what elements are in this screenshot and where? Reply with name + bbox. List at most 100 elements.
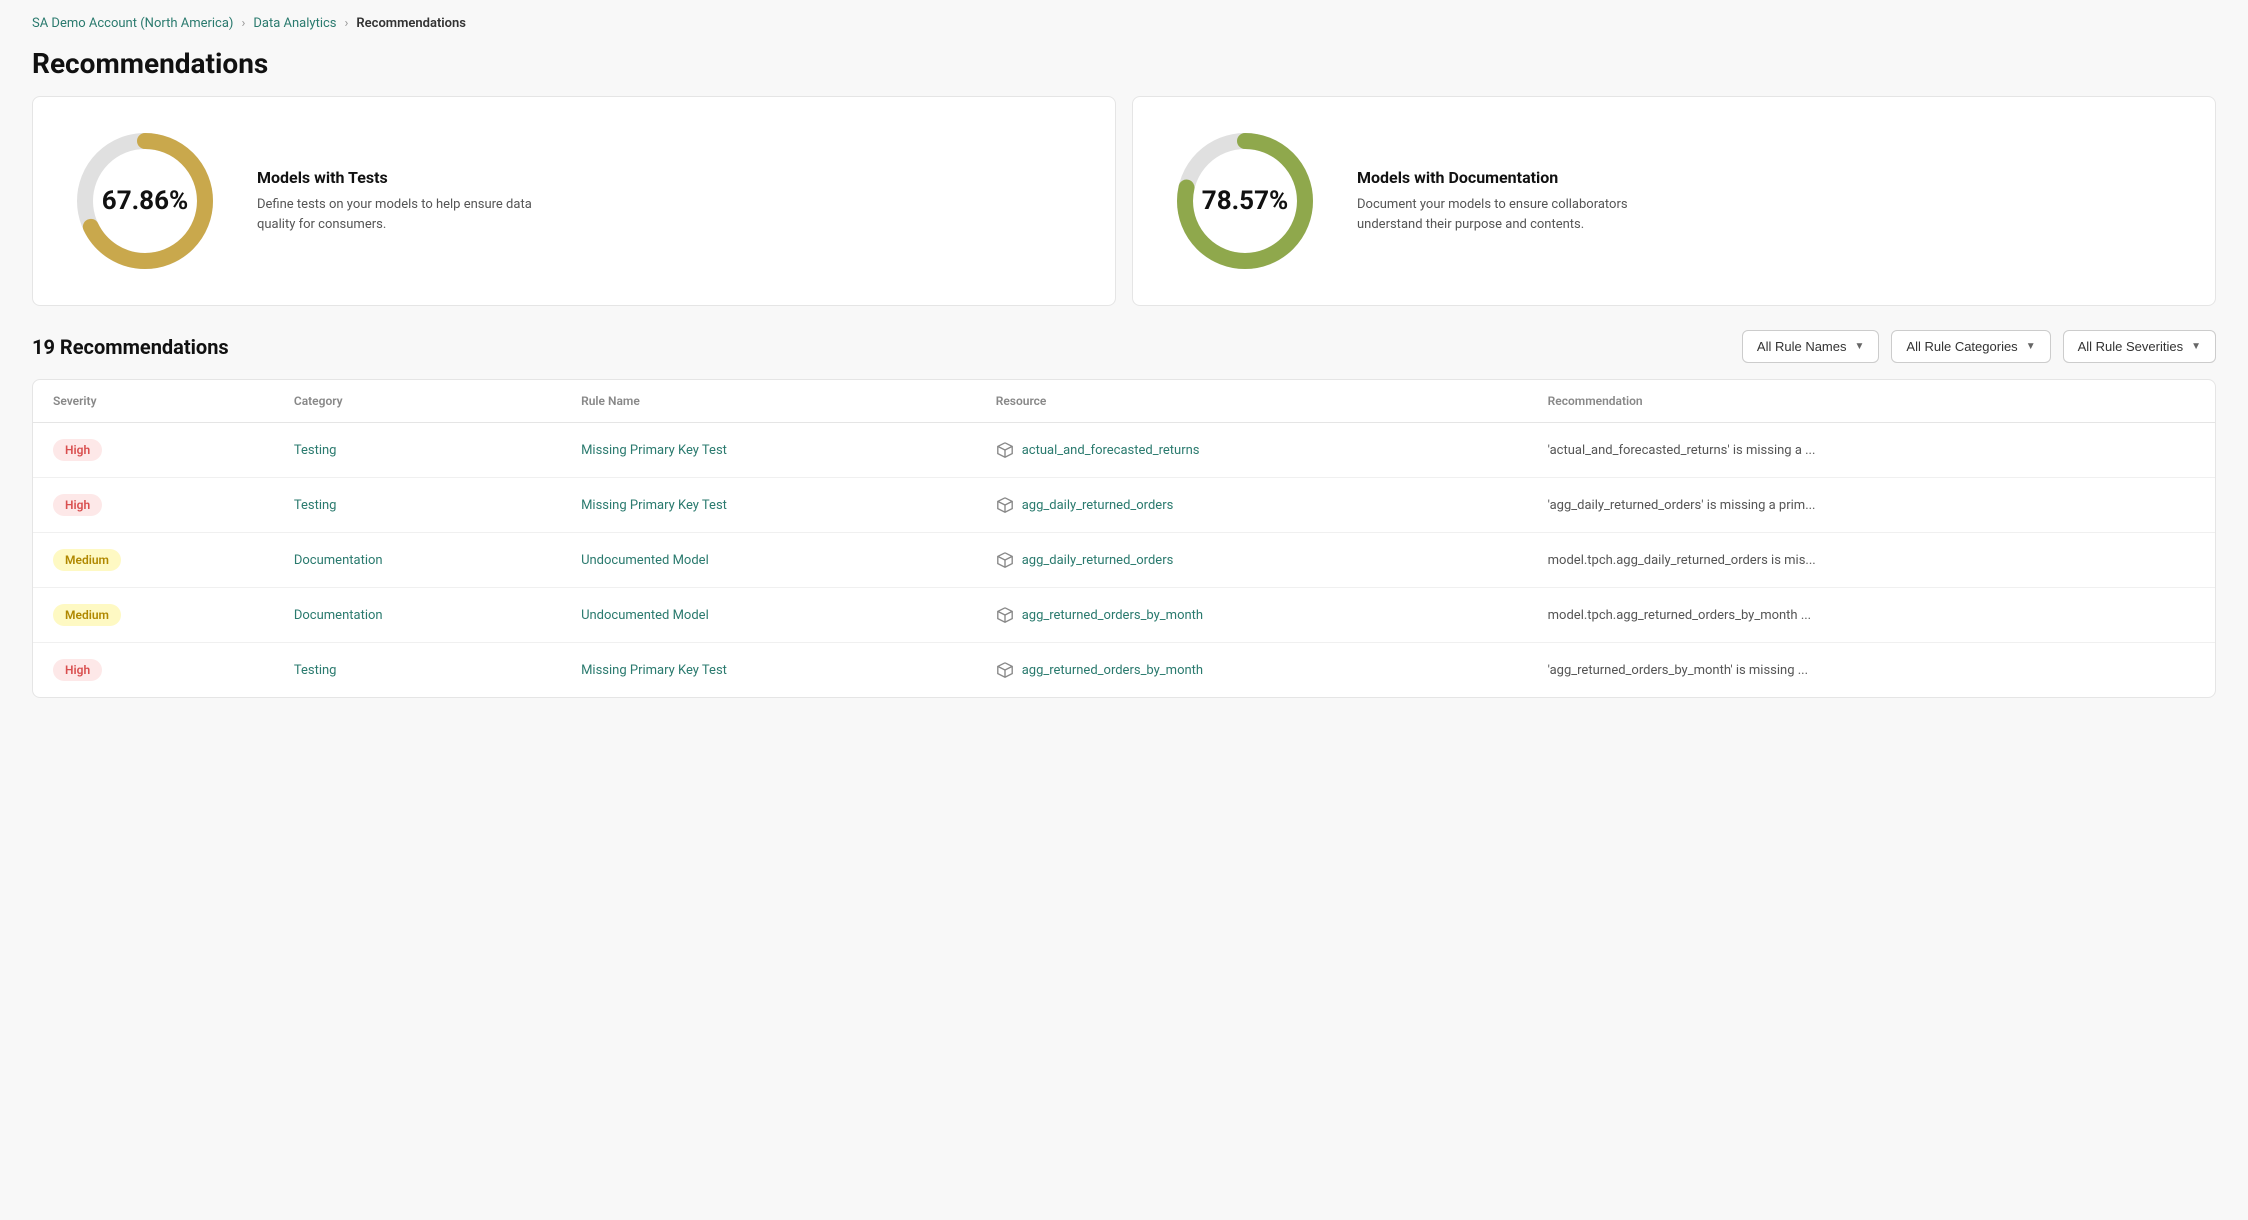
models-with-tests-card: 67.86% Models with Tests Define tests on… (32, 96, 1116, 306)
rule-names-filter[interactable]: All Rule Names ▼ (1742, 330, 1880, 363)
rule-names-label: All Rule Names (1757, 339, 1847, 354)
severity-cell: Medium (33, 588, 274, 643)
severity-badge: Medium (53, 604, 121, 626)
category-link[interactable]: Testing (294, 443, 337, 458)
resource-link[interactable]: agg_daily_returned_orders (1022, 553, 1174, 568)
col-severity: Severity (33, 380, 274, 423)
col-category: Category (274, 380, 561, 423)
resource-link[interactable]: actual_and_forecasted_returns (1022, 443, 1200, 458)
resource-cell[interactable]: agg_daily_returned_orders (976, 533, 1528, 588)
category-cell[interactable]: Documentation (274, 533, 561, 588)
table-row: High Testing Missing Primary Key Test actua… (33, 423, 2215, 478)
resource-icon (996, 496, 1014, 514)
resource-content: agg_returned_orders_by_month (996, 661, 1508, 679)
severity-badge: High (53, 659, 102, 681)
breadcrumb-item-3: Recommendations (356, 16, 466, 31)
severity-cell: High (33, 643, 274, 698)
resource-icon (996, 606, 1014, 624)
category-cell[interactable]: Testing (274, 643, 561, 698)
col-resource: Resource (976, 380, 1528, 423)
recommendation-cell: model.tpch.agg_daily_returned_orders is … (1528, 533, 2215, 588)
table-body: High Testing Missing Primary Key Test actua… (33, 423, 2215, 698)
severity-cell: High (33, 478, 274, 533)
filters-row: All Rule Names ▼ All Rule Categories ▼ A… (1742, 330, 2216, 363)
category-cell[interactable]: Testing (274, 423, 561, 478)
rule-categories-filter[interactable]: All Rule Categories ▼ (1891, 330, 2050, 363)
recommendations-count: 19 Recommendations (32, 335, 229, 359)
resource-link[interactable]: agg_returned_orders_by_month (1022, 608, 1203, 623)
resource-icon (996, 661, 1014, 679)
page-title: Recommendations (0, 39, 2248, 96)
recommendations-table-container: Severity Category Rule Name Resource Rec… (32, 379, 2216, 698)
category-cell[interactable]: Testing (274, 478, 561, 533)
rule-name-cell[interactable]: Missing Primary Key Test (561, 643, 976, 698)
breadcrumb-item-1[interactable]: SA Demo Account (North America) (32, 16, 233, 31)
resource-content: agg_daily_returned_orders (996, 551, 1508, 569)
recommendations-table: Severity Category Rule Name Resource Rec… (33, 380, 2215, 697)
rule-severities-label: All Rule Severities (2078, 339, 2184, 354)
tests-donut: 67.86% (65, 121, 225, 281)
resource-link[interactable]: agg_returned_orders_by_month (1022, 663, 1203, 678)
resource-content: agg_returned_orders_by_month (996, 606, 1508, 624)
table-header: Severity Category Rule Name Resource Rec… (33, 380, 2215, 423)
cards-row: 67.86% Models with Tests Define tests on… (0, 96, 2248, 330)
breadcrumb-sep-1: › (241, 16, 245, 31)
resource-cell[interactable]: actual_and_forecasted_returns (976, 423, 1528, 478)
tests-description: Define tests on your models to help ensu… (257, 195, 537, 234)
docs-donut: 78.57% (1165, 121, 1325, 281)
recommendation-cell: 'actual_and_forecasted_returns' is missi… (1528, 423, 2215, 478)
category-link[interactable]: Documentation (294, 553, 383, 568)
rule-name-link[interactable]: Undocumented Model (581, 608, 709, 623)
docs-title: Models with Documentation (1357, 168, 1637, 187)
category-link[interactable]: Testing (294, 663, 337, 678)
models-with-docs-card: 78.57% Models with Documentation Documen… (1132, 96, 2216, 306)
rule-categories-chevron-icon: ▼ (2026, 341, 2036, 352)
rule-name-link[interactable]: Missing Primary Key Test (581, 443, 727, 458)
col-recommendation: Recommendation (1528, 380, 2215, 423)
resource-content: actual_and_forecasted_returns (996, 441, 1508, 459)
rule-name-cell[interactable]: Missing Primary Key Test (561, 478, 976, 533)
rule-name-link[interactable]: Missing Primary Key Test (581, 663, 727, 678)
rule-name-link[interactable]: Undocumented Model (581, 553, 709, 568)
tests-title: Models with Tests (257, 168, 537, 187)
resource-cell[interactable]: agg_returned_orders_by_month (976, 643, 1528, 698)
category-link[interactable]: Testing (294, 498, 337, 513)
col-rule-name: Rule Name (561, 380, 976, 423)
resource-content: agg_daily_returned_orders (996, 496, 1508, 514)
severity-badge: High (53, 439, 102, 461)
resource-icon (996, 551, 1014, 569)
category-link[interactable]: Documentation (294, 608, 383, 623)
docs-percentage: 78.57% (1202, 186, 1288, 216)
table-row: High Testing Missing Primary Key Test agg_r… (33, 643, 2215, 698)
rule-name-cell[interactable]: Undocumented Model (561, 588, 976, 643)
category-cell[interactable]: Documentation (274, 588, 561, 643)
table-row: Medium Documentation Undocumented Model agg… (33, 533, 2215, 588)
severity-badge: High (53, 494, 102, 516)
docs-info: Models with Documentation Document your … (1357, 168, 1637, 234)
breadcrumb-sep-2: › (345, 16, 349, 31)
recommendation-cell: model.tpch.agg_returned_orders_by_month … (1528, 588, 2215, 643)
resource-cell[interactable]: agg_returned_orders_by_month (976, 588, 1528, 643)
docs-description: Document your models to ensure collabora… (1357, 195, 1637, 234)
severity-badge: Medium (53, 549, 121, 571)
tests-percentage: 67.86% (102, 186, 188, 216)
table-row: High Testing Missing Primary Key Test agg_d… (33, 478, 2215, 533)
severity-cell: High (33, 423, 274, 478)
severity-cell: Medium (33, 533, 274, 588)
recommendations-header: 19 Recommendations All Rule Names ▼ All … (0, 330, 2248, 379)
resource-icon (996, 441, 1014, 459)
tests-info: Models with Tests Define tests on your m… (257, 168, 537, 234)
rule-name-link[interactable]: Missing Primary Key Test (581, 498, 727, 513)
rule-name-cell[interactable]: Missing Primary Key Test (561, 423, 976, 478)
resource-link[interactable]: agg_daily_returned_orders (1022, 498, 1174, 513)
rule-categories-label: All Rule Categories (1906, 339, 2017, 354)
rule-severities-filter[interactable]: All Rule Severities ▼ (2063, 330, 2216, 363)
resource-cell[interactable]: agg_daily_returned_orders (976, 478, 1528, 533)
breadcrumb-item-2[interactable]: Data Analytics (253, 16, 336, 31)
rule-severities-chevron-icon: ▼ (2191, 341, 2201, 352)
recommendation-cell: 'agg_daily_returned_orders' is missing a… (1528, 478, 2215, 533)
table-row: Medium Documentation Undocumented Model agg… (33, 588, 2215, 643)
breadcrumb: SA Demo Account (North America) › Data A… (0, 0, 2248, 39)
rule-names-chevron-icon: ▼ (1855, 341, 1865, 352)
rule-name-cell[interactable]: Undocumented Model (561, 533, 976, 588)
